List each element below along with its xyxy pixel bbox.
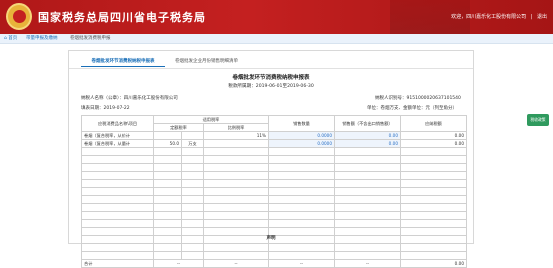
- row-unit: [181, 131, 204, 140]
- row-unit: 万支: [181, 139, 204, 148]
- declaration-form-card: 卷烟批发环节消费税纳税申报表 卷烟批发企业月份销售明细清单 卷烟批发环节消费税纳…: [68, 50, 474, 268]
- header-quantity: 销售数量: [268, 115, 335, 132]
- breadcrumb-crumb2: 卷烟批发消费税申报: [70, 36, 111, 41]
- tab-sales-detail[interactable]: 卷烟批发企业月份销售明细清单: [175, 57, 238, 67]
- taxpayer-name-label: 纳税人名称（公章）：四川嘉乐化工股份有限公司: [81, 96, 178, 101]
- empty-row: [81, 211, 467, 220]
- quantity-input[interactable]: 0.0000: [268, 139, 335, 148]
- header-rate: 适用税率: [153, 115, 269, 124]
- units-note: 单位：卷烟万支、金额单位：元（列至角分）: [367, 106, 457, 111]
- empty-row: [81, 203, 467, 212]
- breadcrumb-crumb1[interactable]: 带量申报及缴纳: [26, 34, 58, 44]
- row-percent-rate: [203, 139, 269, 148]
- tax-emblem-icon: [6, 3, 32, 30]
- header-sales: 销售额（不含出口销售额）: [334, 115, 401, 132]
- row-tax: 0.00: [400, 131, 467, 140]
- empty-row: [81, 219, 467, 228]
- tax-id-label: 纳税人识别号：9151000020637101540: [375, 96, 461, 101]
- empty-row: [81, 155, 467, 164]
- quantity-input[interactable]: 0.0000: [268, 131, 335, 140]
- row-fixed-rate: 50.0: [153, 139, 182, 148]
- welcome-text: 欢迎，四川嘉乐化工股份有限公司: [451, 14, 527, 20]
- top-header: 国家税务总局四川省电子税务局 欢迎，四川嘉乐化工股份有限公司 | 退出: [0, 0, 553, 34]
- header-percent-rate: 比例税率: [203, 123, 269, 132]
- empty-row: [81, 195, 467, 204]
- sales-input[interactable]: 0.00: [334, 131, 401, 140]
- row-product-name: 卷烟（复合税率，从价计: [81, 131, 154, 140]
- total-percent: --: [203, 259, 269, 268]
- row-percent-rate: 11%: [203, 131, 269, 140]
- tab-tax-form[interactable]: 卷烟批发环节消费税纳税申报表: [81, 57, 165, 67]
- empty-row: [81, 147, 467, 156]
- app-title: 国家税务总局四川省电子税务局: [38, 11, 206, 24]
- empty-row: [81, 251, 467, 260]
- tax-table: 应税消费品名称\项目 适用税率 销售数量 销售额（不含出口销售额） 应纳税额 定…: [81, 115, 467, 268]
- row-fixed-rate: [153, 131, 182, 140]
- header-fixed-rate: 定额税率: [153, 123, 204, 132]
- table-row: 卷烟（复合税率，从价计 11% 0.0000 0.00 0.00: [81, 131, 467, 140]
- row-product-name: 卷烟（复合税率，从量计: [81, 139, 154, 148]
- empty-row: [81, 171, 467, 180]
- tax-id: 9151000020637101540: [406, 96, 461, 101]
- empty-row: [81, 187, 467, 196]
- tax-period: 税款所属期：2019-06-01至2019-06-30: [228, 84, 314, 89]
- taxpayer-name: 四川嘉乐化工股份有限公司: [123, 96, 178, 101]
- empty-row: [81, 179, 467, 188]
- empty-row: [81, 243, 467, 252]
- divider: |: [530, 14, 533, 20]
- total-sales: --: [334, 259, 401, 268]
- row-tax: 0.00: [400, 139, 467, 148]
- fill-date: 2019-07-22: [103, 106, 130, 111]
- total-tax: 0.00: [400, 259, 467, 268]
- tax-policy-button[interactable]: 税收政策: [527, 114, 549, 126]
- total-row: 合计 -- -- -- -- 0.00: [81, 259, 467, 268]
- home-link[interactable]: ⌂ 首页: [4, 34, 17, 44]
- total-quantity: --: [268, 259, 335, 268]
- fill-date-label: 填表日期：2019-07-22: [81, 106, 130, 111]
- user-area: 欢迎，四川嘉乐化工股份有限公司 | 退出: [448, 13, 547, 20]
- total-fixed: --: [153, 259, 204, 268]
- sales-input[interactable]: 0.00: [334, 139, 401, 148]
- header-product: 应税消费品名称\项目: [81, 115, 154, 132]
- form-title: 卷烟批发环节消费税纳税申报表: [232, 75, 310, 81]
- logout-link[interactable]: 退出: [537, 14, 547, 20]
- breadcrumb: ⌂ 首页 带量申报及缴纳 卷烟批发消费税申报: [0, 34, 553, 44]
- table-row: 卷烟（复合税率，从量计 50.0 万支 0.0000 0.00 0.00: [81, 139, 467, 148]
- empty-row: [81, 163, 467, 172]
- declaration-heading: 声明: [266, 236, 276, 241]
- total-label: 合计: [81, 259, 154, 268]
- header-tax: 应纳税额: [400, 115, 467, 132]
